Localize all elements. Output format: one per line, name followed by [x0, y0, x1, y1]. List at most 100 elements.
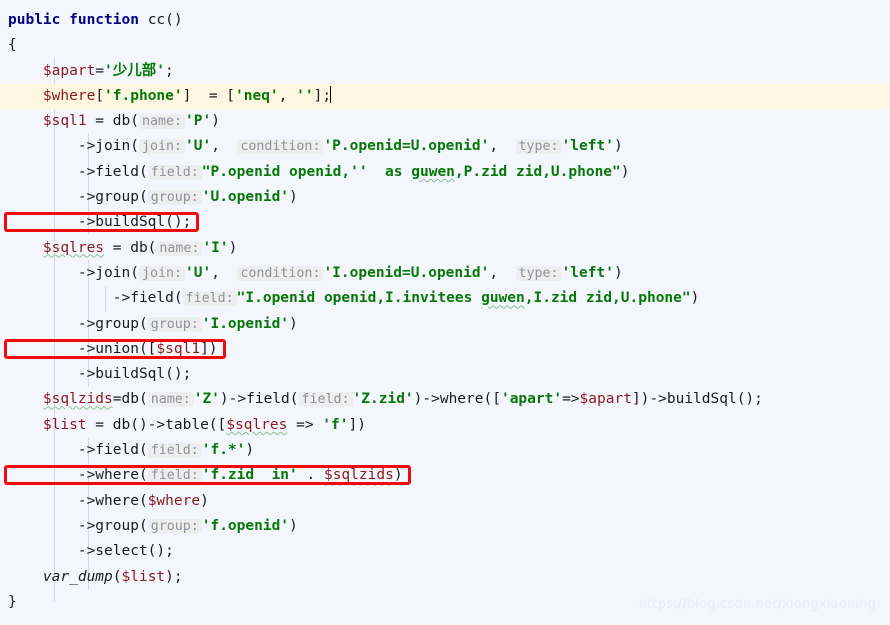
- token-text: ;: [165, 62, 174, 79]
- code-line[interactable]: $sql1 = db(name: 'P'): [0, 109, 890, 134]
- token-text: ,: [278, 87, 297, 104]
- token-variable-unresolved: $sqlzids: [42, 391, 113, 408]
- code-line[interactable]: var_dump($list);: [0, 565, 890, 590]
- token-text: ->select();: [77, 543, 174, 560]
- code-editor[interactable]: public function cc() { $apart='少儿部'; $whe…: [0, 0, 890, 625]
- token-text: {: [8, 37, 17, 54]
- code-line[interactable]: ->union([$sql1]): [0, 337, 890, 362]
- parameter-name-hint: type:: [515, 139, 562, 155]
- code-line[interactable]: ->field(field: "P.openid openid,'' as guw…: [0, 160, 890, 185]
- token-string: '': [296, 87, 314, 104]
- code-line[interactable]: public function cc(): [0, 8, 890, 33]
- code-line[interactable]: $apart='少儿部';: [0, 59, 890, 84]
- code-line[interactable]: ->join(join: 'U', condition: 'I.openid=U.o…: [0, 261, 890, 286]
- code-line[interactable]: ->buildSql();: [0, 362, 890, 387]
- token-text: =db(: [112, 391, 148, 408]
- token-text: ,: [211, 264, 238, 281]
- parameter-name-hint: type:: [515, 265, 562, 281]
- parameter-name-hint: join:: [138, 139, 185, 155]
- code-line[interactable]: $sqlzids=db(name: 'Z')->field(field: 'Z.zi…: [0, 387, 890, 412]
- code-line[interactable]: $where['f.phone'] = ['neq', ''];: [0, 83, 890, 110]
- token-variable-unresolved: $sqlres: [226, 416, 288, 433]
- token-text: ->field(: [77, 163, 148, 180]
- parameter-name-hint: group:: [147, 190, 202, 206]
- code-line[interactable]: ->field(field: "I.openid openid,I.invitee…: [0, 286, 890, 311]
- token-text: ): [690, 290, 700, 307]
- code-line[interactable]: {: [0, 33, 890, 58]
- token-string: 'neq': [235, 87, 279, 104]
- token-text: =>: [287, 416, 323, 433]
- token-text: ->group(: [77, 189, 148, 206]
- parameter-name-hint: field:: [147, 468, 202, 484]
- code-line[interactable]: ->join(join: 'U', condition: 'P.openid=U.o…: [0, 134, 890, 159]
- parameter-name-hint: field:: [298, 392, 353, 408]
- token-text: ,: [211, 138, 238, 155]
- token-variable: $where: [147, 492, 201, 509]
- token-text: ,: [489, 138, 516, 155]
- token-text: )->where([: [413, 391, 501, 408]
- token-string: 'apart': [500, 391, 563, 408]
- token-text: = db()->table([: [86, 416, 227, 433]
- token-text: ): [620, 163, 630, 180]
- token-variable: $apart: [42, 62, 96, 79]
- token-text: [: [95, 87, 105, 104]
- token-string: 'U': [184, 138, 212, 155]
- token-text: ): [211, 113, 220, 130]
- token-string: 'I': [202, 239, 229, 256]
- token-string: 'I.openid=U.openid': [323, 264, 490, 281]
- text-caret: [330, 85, 332, 103]
- parameter-name-hint: group:: [147, 316, 202, 332]
- token-text: ->field(: [112, 290, 183, 307]
- code-line[interactable]: $list = db()->table([$sqlres => 'f']): [0, 413, 890, 438]
- token-text: ]): [200, 340, 218, 357]
- token-variable: $list: [121, 568, 166, 585]
- token-string: "I.openid openid,I.invitees: [236, 290, 482, 307]
- token-text: )->field(: [219, 391, 299, 408]
- token-string: 'I.openid': [201, 315, 290, 332]
- code-lines[interactable]: public function cc() { $apart='少儿部'; $whe…: [0, 0, 890, 615]
- parameter-name-hint: field:: [182, 291, 237, 307]
- token-string: 'U': [184, 264, 212, 281]
- token-string: ,P.zid zid,U.phone": [454, 163, 621, 180]
- token-string: "P.openid openid,'' as: [201, 163, 412, 180]
- token-string: 'P': [185, 113, 212, 130]
- token-string: 'f.phone': [104, 87, 183, 104]
- parameter-name-hint: group:: [147, 518, 202, 534]
- token-keyword: public function: [8, 12, 148, 28]
- token-text: ->field(: [77, 442, 148, 459]
- code-line[interactable]: ->group(group:'f.openid'): [0, 514, 890, 539]
- token-string: 'P.openid=U.openid': [323, 138, 490, 155]
- token-variable: $sql1: [42, 113, 87, 130]
- code-line[interactable]: ->where($where): [0, 489, 890, 514]
- token-text: ->buildSql();: [77, 366, 192, 383]
- token-text: ): [613, 138, 623, 155]
- token-string: 'U.openid': [201, 189, 290, 206]
- token-variable: $list: [42, 416, 87, 433]
- token-text: ): [228, 239, 238, 256]
- token-text: );: [165, 568, 183, 585]
- code-line[interactable]: ->group(group: 'U.openid'): [0, 185, 890, 210]
- code-line[interactable]: ->where(field:'f.zid in' . $sqlzids): [0, 463, 890, 488]
- token-string: ,I.zid zid,U.phone": [524, 290, 691, 307]
- token-text: ->join(: [77, 138, 139, 155]
- token-string-misspelled: guwen: [481, 290, 525, 307]
- code-line[interactable]: ->field(field:'f.*'): [0, 438, 890, 463]
- token-text: = db(: [104, 239, 157, 256]
- code-line[interactable]: ->select();: [0, 539, 890, 564]
- code-line[interactable]: $sqlres = db(name: 'I'): [0, 236, 890, 261]
- code-line[interactable]: ->buildSql();: [0, 210, 890, 235]
- code-line[interactable]: ->group(group: 'I.openid'): [0, 312, 890, 337]
